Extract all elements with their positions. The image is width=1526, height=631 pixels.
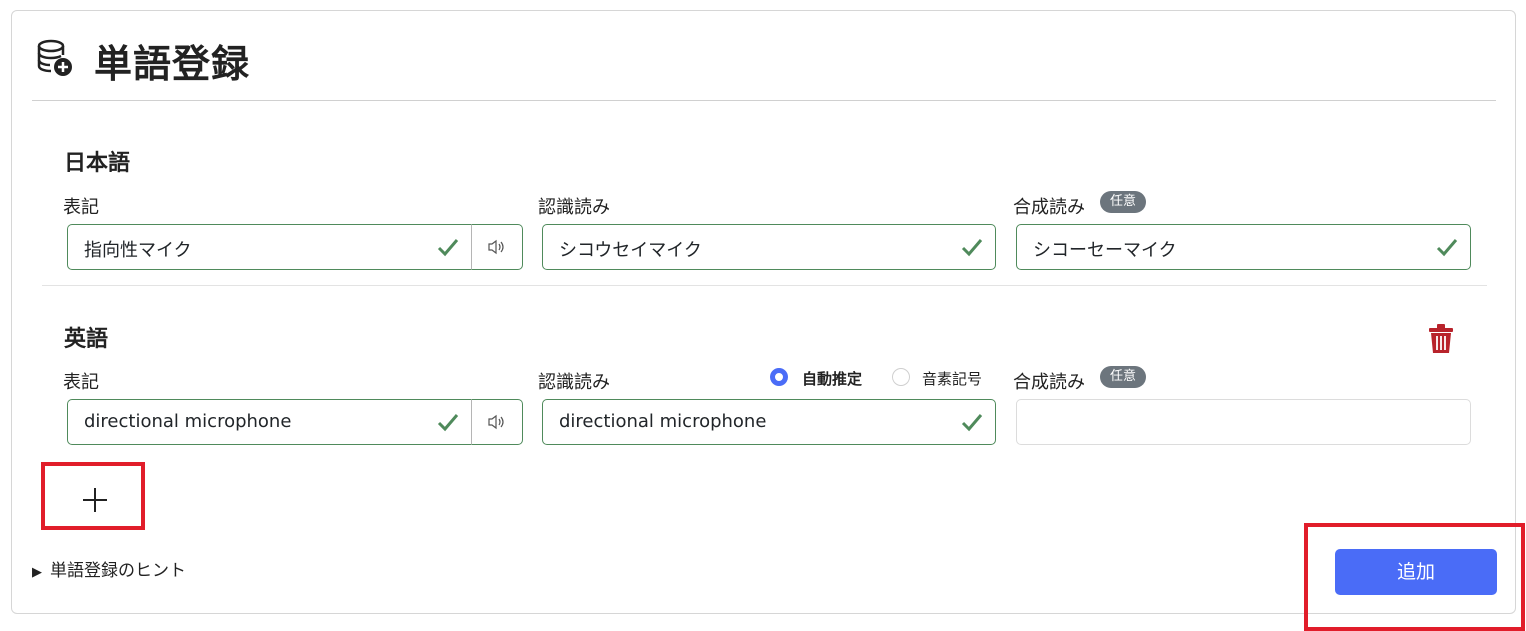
radio-phoneme-label: 音素記号 bbox=[922, 370, 983, 388]
recognition-value-en: directional microphone bbox=[559, 411, 767, 432]
radio-auto-estimate-label: 自動推定 bbox=[802, 370, 863, 388]
synthesis-input-en[interactable] bbox=[1016, 399, 1471, 445]
radio-auto-estimate[interactable] bbox=[770, 368, 788, 386]
submit-add-button[interactable]: 追加 bbox=[1335, 549, 1497, 595]
label-synthesis-ja: 合成読み bbox=[1013, 197, 1085, 218]
check-icon bbox=[437, 239, 459, 257]
notation-input-en[interactable]: directional microphone bbox=[67, 399, 471, 445]
synthesis-value-ja: シコーセーマイク bbox=[1033, 240, 1177, 261]
triangle-right-icon: ▶ bbox=[32, 565, 42, 580]
page-title: 単語登録 bbox=[94, 42, 251, 86]
section-divider bbox=[42, 285, 1487, 286]
notation-input-ja[interactable]: 指向性マイク bbox=[67, 224, 471, 270]
add-language-button[interactable] bbox=[41, 462, 145, 530]
check-icon bbox=[961, 414, 983, 432]
plus-icon bbox=[83, 488, 107, 512]
page-header: 単語登録 bbox=[32, 11, 1496, 101]
speaker-icon bbox=[488, 414, 504, 430]
speaker-button-ja[interactable] bbox=[471, 224, 523, 270]
hint-label: 単語登録のヒント bbox=[50, 561, 186, 581]
speaker-icon bbox=[488, 239, 504, 255]
radio-phoneme[interactable] bbox=[892, 368, 910, 386]
database-add-icon bbox=[37, 39, 72, 76]
word-registration-card: 単語登録 日本語 表記 指向性マイク 認識読み シコウセイマイク 合成読み 任意… bbox=[11, 10, 1525, 631]
check-icon bbox=[961, 239, 983, 257]
optional-badge-en: 任意 bbox=[1100, 366, 1147, 388]
section-title-japanese: 日本語 bbox=[64, 151, 131, 176]
label-notation-ja: 表記 bbox=[63, 197, 99, 218]
recognition-input-ja[interactable]: シコウセイマイク bbox=[542, 224, 996, 270]
label-notation-en: 表記 bbox=[63, 372, 99, 393]
label-recognition-ja: 認識読み bbox=[538, 197, 610, 218]
trash-icon[interactable] bbox=[1428, 324, 1454, 354]
section-title-english: 英語 bbox=[64, 327, 109, 352]
optional-badge-ja: 任意 bbox=[1100, 191, 1147, 213]
hint-toggle[interactable]: ▶ 単語登録のヒント bbox=[32, 556, 186, 581]
recognition-input-en[interactable]: directional microphone bbox=[542, 399, 996, 445]
label-synthesis-en: 合成読み bbox=[1013, 372, 1085, 393]
check-icon bbox=[437, 414, 459, 432]
notation-value-en: directional microphone bbox=[84, 411, 292, 432]
synthesis-input-ja[interactable]: シコーセーマイク bbox=[1016, 224, 1471, 270]
check-icon bbox=[1436, 239, 1458, 257]
notation-value-ja: 指向性マイク bbox=[84, 240, 192, 261]
recognition-value-ja: シコウセイマイク bbox=[559, 240, 702, 261]
speaker-button-en[interactable] bbox=[471, 399, 523, 445]
label-recognition-en: 認識読み bbox=[538, 372, 610, 393]
